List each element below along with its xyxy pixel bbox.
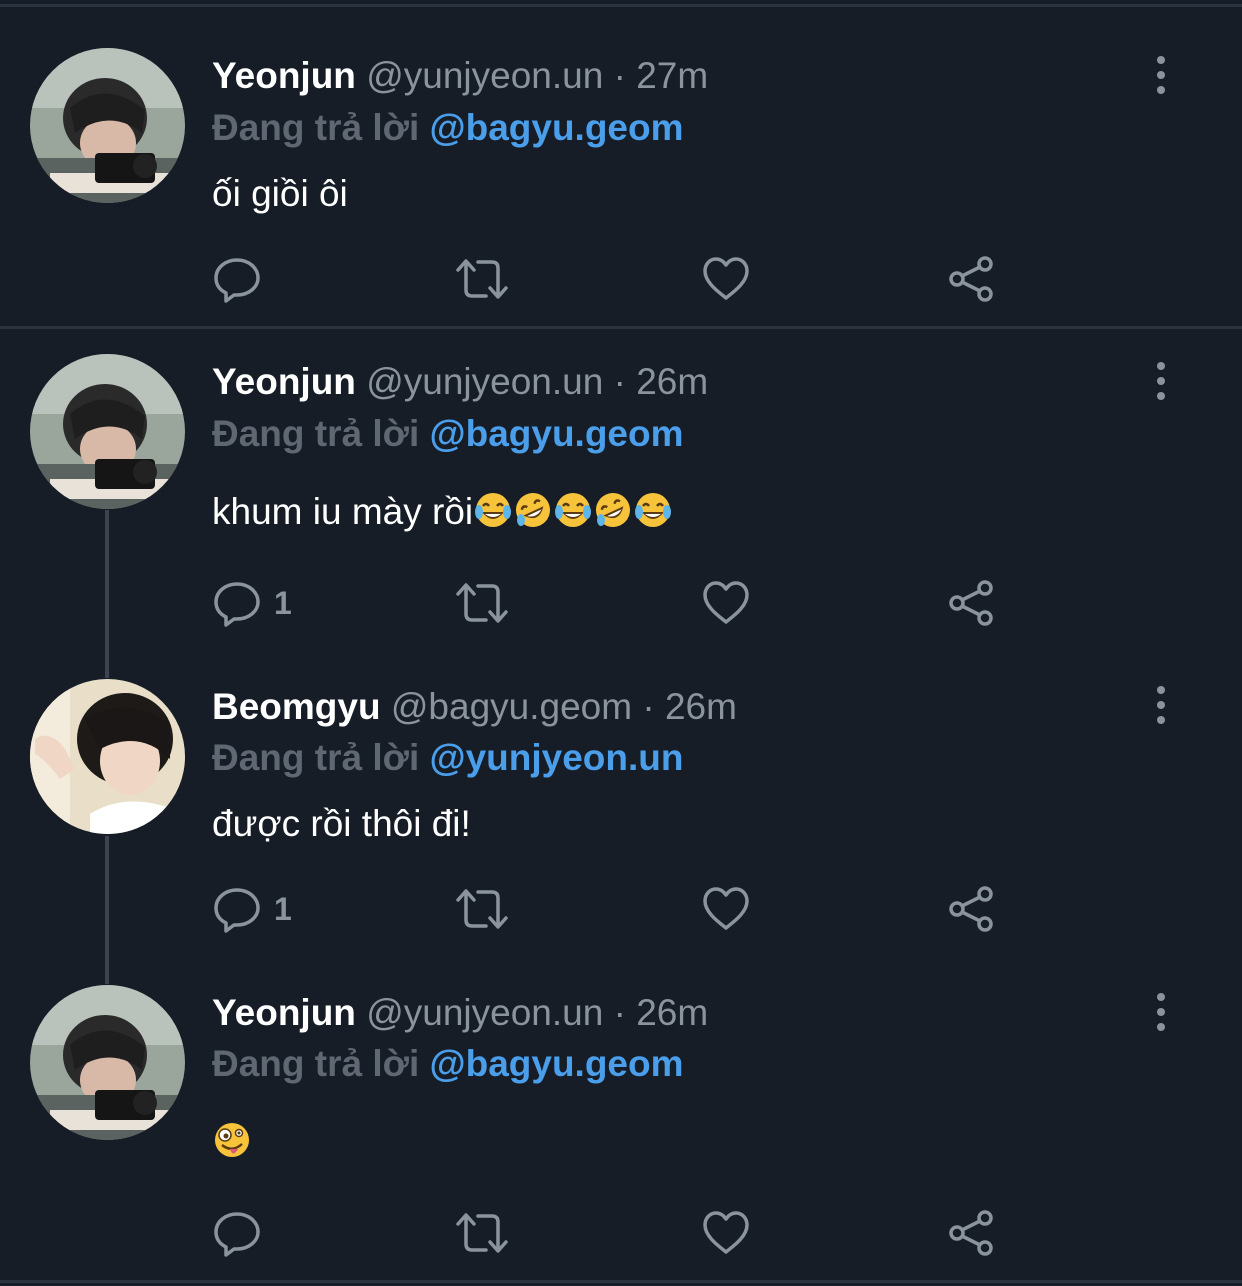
reply-button[interactable]: 1 [212, 882, 292, 936]
reply-icon [214, 582, 260, 627]
tweet-header: Beomgyu @bagyu.geom · 26m [212, 685, 737, 729]
like-icon [703, 257, 749, 300]
bottom-divider [0, 1280, 1242, 1283]
separator-dot: · [613, 361, 626, 402]
retweet-icon [456, 889, 508, 929]
timestamp[interactable]: 26m [636, 992, 708, 1033]
replying-to: Đang trả lời @bagyu.geom [212, 412, 684, 456]
tweet-actions [0, 252, 1242, 306]
tweet-text: được rồi thôi đi! [212, 802, 471, 846]
top-divider [0, 4, 1242, 7]
replying-to: Đang trả lời @bagyu.geom [212, 106, 684, 150]
timestamp[interactable]: 26m [636, 361, 708, 402]
tweet-text-content: được rồi thôi đi! [212, 803, 471, 844]
like-icon [703, 1211, 749, 1254]
share-button[interactable] [946, 882, 996, 936]
share-button[interactable] [946, 252, 996, 306]
user-handle[interactable]: @yunjyeon.un [366, 361, 603, 402]
avatar-yeonjun[interactable] [30, 985, 185, 1140]
tweet-text [212, 1120, 252, 1170]
tweet-divider [0, 326, 1242, 329]
rofl-emoji [513, 490, 553, 540]
reply-mention-link[interactable]: @yunjyeon.un [430, 737, 684, 778]
reply-icon [214, 1212, 260, 1257]
reply-prefix: Đang trả lời [212, 737, 420, 778]
avatar-yeonjun[interactable] [30, 354, 185, 509]
reply-mention-link[interactable]: @bagyu.geom [430, 107, 684, 148]
tweet-header: Yeonjun @yunjyeon.un · 26m [212, 991, 708, 1035]
retweet-button[interactable] [454, 576, 510, 630]
display-name[interactable]: Yeonjun [212, 361, 356, 402]
reply-button[interactable] [212, 1206, 274, 1260]
share-icon [949, 256, 993, 302]
like-icon [703, 887, 749, 930]
display-name[interactable]: Yeonjun [212, 992, 356, 1033]
like-button[interactable] [702, 882, 750, 936]
user-handle[interactable]: @yunjyeon.un [366, 55, 603, 96]
reply-prefix: Đang trả lời [212, 107, 420, 148]
separator-dot: · [642, 686, 655, 727]
user-handle[interactable]: @yunjyeon.un [366, 992, 603, 1033]
retweet-button[interactable] [454, 252, 510, 306]
timestamp[interactable]: 26m [665, 686, 737, 727]
tweet-actions: 1 [0, 576, 1242, 630]
reply-button[interactable]: 1 [212, 576, 292, 630]
separator-dot: · [613, 55, 626, 96]
tweet-text-content: khum iu mày rồi [212, 491, 474, 532]
replying-to: Đang trả lời @yunjyeon.un [212, 736, 684, 780]
more-vertical-icon[interactable] [1144, 56, 1178, 96]
tweet-actions [0, 1206, 1242, 1260]
timestamp[interactable]: 27m [636, 55, 708, 96]
reply-icon [214, 888, 260, 933]
retweet-icon [456, 583, 508, 623]
reply-mention-link[interactable]: @bagyu.geom [430, 1043, 684, 1084]
avatar-yeonjun[interactable] [30, 48, 185, 203]
like-button[interactable] [702, 1206, 750, 1260]
retweet-button[interactable] [454, 882, 510, 936]
reply-button[interactable] [212, 252, 274, 306]
retweet-icon [456, 1213, 508, 1253]
reply-prefix: Đang trả lời [212, 413, 420, 454]
avatar-beomgyu[interactable] [30, 679, 185, 834]
retweet-button[interactable] [454, 1206, 510, 1260]
more-vertical-icon[interactable] [1144, 686, 1178, 726]
retweet-icon [456, 259, 508, 299]
replying-to: Đang trả lời @bagyu.geom [212, 1042, 684, 1086]
share-button[interactable] [946, 576, 996, 630]
separator-dot: · [613, 992, 626, 1033]
display-name[interactable]: Yeonjun [212, 55, 356, 96]
tweet-text: ối giồi ôi [212, 172, 348, 216]
tweet-header: Yeonjun @yunjyeon.un · 27m [212, 54, 708, 98]
like-button[interactable] [702, 576, 750, 630]
more-vertical-icon[interactable] [1144, 993, 1178, 1033]
share-icon [949, 1210, 993, 1256]
share-button[interactable] [946, 1206, 996, 1260]
laughing-tears-emoji [553, 490, 593, 540]
reply-mention-link[interactable]: @bagyu.geom [430, 413, 684, 454]
tweet-header: Yeonjun @yunjyeon.un · 26m [212, 360, 708, 404]
display-name[interactable]: Beomgyu [212, 686, 381, 727]
rofl-emoji [593, 490, 633, 540]
tweet-text-content: ối giồi ôi [212, 173, 348, 214]
reply-count: 1 [274, 890, 292, 927]
zany-face-emoji [212, 1120, 252, 1170]
like-button[interactable] [702, 252, 750, 306]
share-icon [949, 886, 993, 932]
share-icon [949, 580, 993, 626]
laughing-tears-emoji [473, 490, 513, 540]
reply-prefix: Đang trả lời [212, 1043, 420, 1084]
reply-icon [214, 258, 260, 303]
laughing-tears-emoji [633, 490, 673, 540]
more-vertical-icon[interactable] [1144, 362, 1178, 402]
tweet-actions: 1 [0, 882, 1242, 936]
user-handle[interactable]: @bagyu.geom [391, 686, 632, 727]
reply-count: 1 [274, 584, 292, 621]
tweet-text: khum iu mày rồi [212, 490, 673, 540]
like-icon [703, 581, 749, 624]
